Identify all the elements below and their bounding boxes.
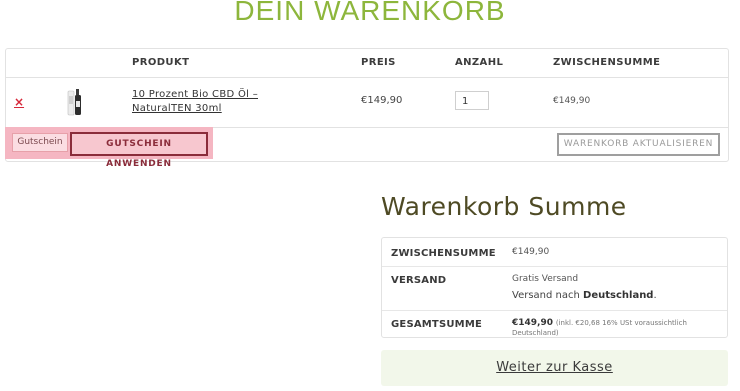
update-cart-button[interactable]: WARENKORB AKTUALISIEREN [557,133,720,156]
totals-shipping-row: VERSAND Gratis Versand Versand nach Deut… [382,266,727,311]
header-quantity: ANZAHL [455,57,504,68]
product-thumbnail[interactable] [66,87,86,117]
totals-total-value: €149,90 [512,318,553,328]
totals-total-value-group: €149,90 (inkl. €20,68 16% USt voraussich… [512,318,727,338]
totals-shipping-label: VERSAND [391,275,447,286]
shipping-country: Deutschland [583,290,654,301]
cart-totals-title: Warenkorb Summe [381,192,627,221]
cart-item-row: × 10 Prozent Bio CBD Öl – NaturalTEN 30m… [6,77,728,128]
totals-subtotal-row: ZWISCHENSUMME €149,90 [382,238,727,267]
item-price: €149,90 [361,95,403,106]
totals-subtotal-label: ZWISCHENSUMME [391,248,496,259]
totals-total-label: GESAMTSUMME [391,319,483,330]
checkout-label[interactable]: Weiter zur Kasse [496,360,613,375]
shipping-destination: Versand nach Deutschland. [512,290,657,301]
quantity-input[interactable]: 1 [455,91,489,110]
cart-table-header: PRODUKT PREIS ANZAHL ZWISCHENSUMME [6,49,728,78]
totals-subtotal-value: €149,90 [512,247,550,257]
apply-coupon-button[interactable]: GUTSCHEIN ANWENDEN [70,132,208,169]
shipping-method: Gratis Versand [512,274,579,284]
proceed-to-checkout-button[interactable]: Weiter zur Kasse [381,350,728,386]
coupon-input[interactable]: Gutschein [12,133,68,152]
header-price: PREIS [361,57,396,68]
totals-total-row: GESAMTSUMME €149,90 (inkl. €20,68 16% US… [382,310,727,338]
product-name-link[interactable]: 10 Prozent Bio CBD Öl – NaturalTEN 30ml [132,88,292,116]
item-subtotal: €149,90 [553,96,591,106]
header-subtotal: ZWISCHENSUMME [553,57,661,68]
page-title: DEIN WARENKORB [234,0,506,26]
header-product: PRODUKT [132,57,190,68]
cart-totals-table: ZWISCHENSUMME €149,90 VERSAND Gratis Ver… [381,237,728,338]
remove-item-icon[interactable]: × [14,95,24,109]
